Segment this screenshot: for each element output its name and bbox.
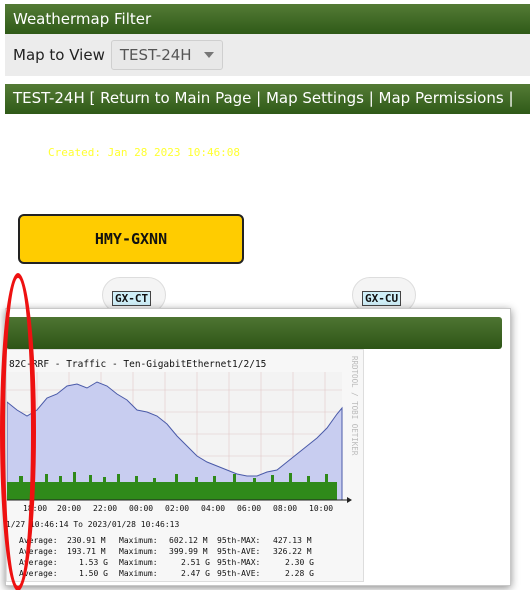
x-tick: 22:00 [93,504,117,513]
filter-title: Weathermap Filter [13,10,152,28]
svg-text:2.30 G: 2.30 G [285,558,314,567]
x-tick: 08:00 [273,504,297,513]
map-select-value: TEST-24H [119,46,192,64]
map-name: TEST-24H [13,89,85,107]
x-tick: 20:00 [57,504,81,513]
svg-text:Maximum:: Maximum: [119,569,158,578]
svg-text:95th-MAX:: 95th-MAX: [217,558,260,567]
map-nav-bar: TEST-24H [ Return to Main Page | Map Set… [5,84,530,114]
filter-header: Weathermap Filter [5,4,530,34]
svg-text:427.13 M: 427.13 M [273,536,312,545]
map-settings-link[interactable]: Map Settings [266,89,364,107]
svg-text:Maximum:: Maximum: [119,547,158,556]
cloud-label: GX-CT [112,291,152,306]
map-permissions-link[interactable]: Map Permissions [379,89,504,107]
svg-text:193.71 M: 193.71 M [67,547,106,556]
cloud-label: GX-CU [362,291,402,306]
traffic-graph-svg: 82C-RRF - Traffic - Ten-GigabitEthernet1… [0,356,359,578]
x-tick: 10:00 [309,504,333,513]
annotation-circle [0,273,36,590]
graph-popup: 82C-RRF - Traffic - Ten-GigabitEthernet1… [0,308,511,586]
svg-text:95th-AVE:: 95th-AVE: [217,547,260,556]
filter-row: Map to View TEST-24H [5,34,530,76]
map-select[interactable]: TEST-24H [110,40,223,70]
svg-text:95th-MAX:: 95th-MAX: [217,536,260,545]
chevron-down-icon [203,52,214,58]
svg-text:2.28 G: 2.28 G [285,569,314,578]
x-tick: 02:00 [165,504,189,513]
svg-text:602.12 M: 602.12 M [169,536,208,545]
x-tick-labels: 18:00 20:00 22:00 00:00 02:00 04:00 06:0… [23,504,333,513]
map-to-view-label: Map to View [13,46,105,64]
x-tick: 00:00 [129,504,153,513]
svg-text:Maximum:: Maximum: [119,536,158,545]
svg-text:2.47 G: 2.47 G [181,569,210,578]
graph-title: 82C-RRF - Traffic - Ten-GigabitEthernet1… [9,359,266,370]
svg-text:1.53 G: 1.53 G [79,558,108,567]
node-hmy-gxnn[interactable]: HMY-GXNN [18,214,244,264]
x-tick: 04:00 [201,504,225,513]
graph-side-label: RRDTOOL / TOBI OETIKER [350,356,359,456]
svg-text:399.99 M: 399.99 M [169,547,208,556]
svg-text:95th-AVE:: 95th-AVE: [217,569,260,578]
svg-text:230.91 M: 230.91 M [67,536,106,545]
node-label: HMY-GXNN [94,230,168,248]
graph-popup-header [6,317,502,349]
svg-text:2.51 G: 2.51 G [181,558,210,567]
svg-text:326.22 M: 326.22 M [273,547,312,556]
svg-text:Maximum:: Maximum: [119,558,158,567]
graph-stats: Average: 230.91 M Maximum: 602.12 M 95th-M… [19,536,314,578]
created-timestamp: Created: Jan 28 2023 10:46:08 [48,146,241,159]
return-to-main-link[interactable]: Return to Main Page [100,89,251,107]
x-tick: 06:00 [237,504,261,513]
traffic-graph: 82C-RRF - Traffic - Ten-GigabitEthernet1… [0,349,364,582]
x-axis-arrow-icon [347,497,352,503]
svg-text:1.50 G: 1.50 G [79,569,108,578]
